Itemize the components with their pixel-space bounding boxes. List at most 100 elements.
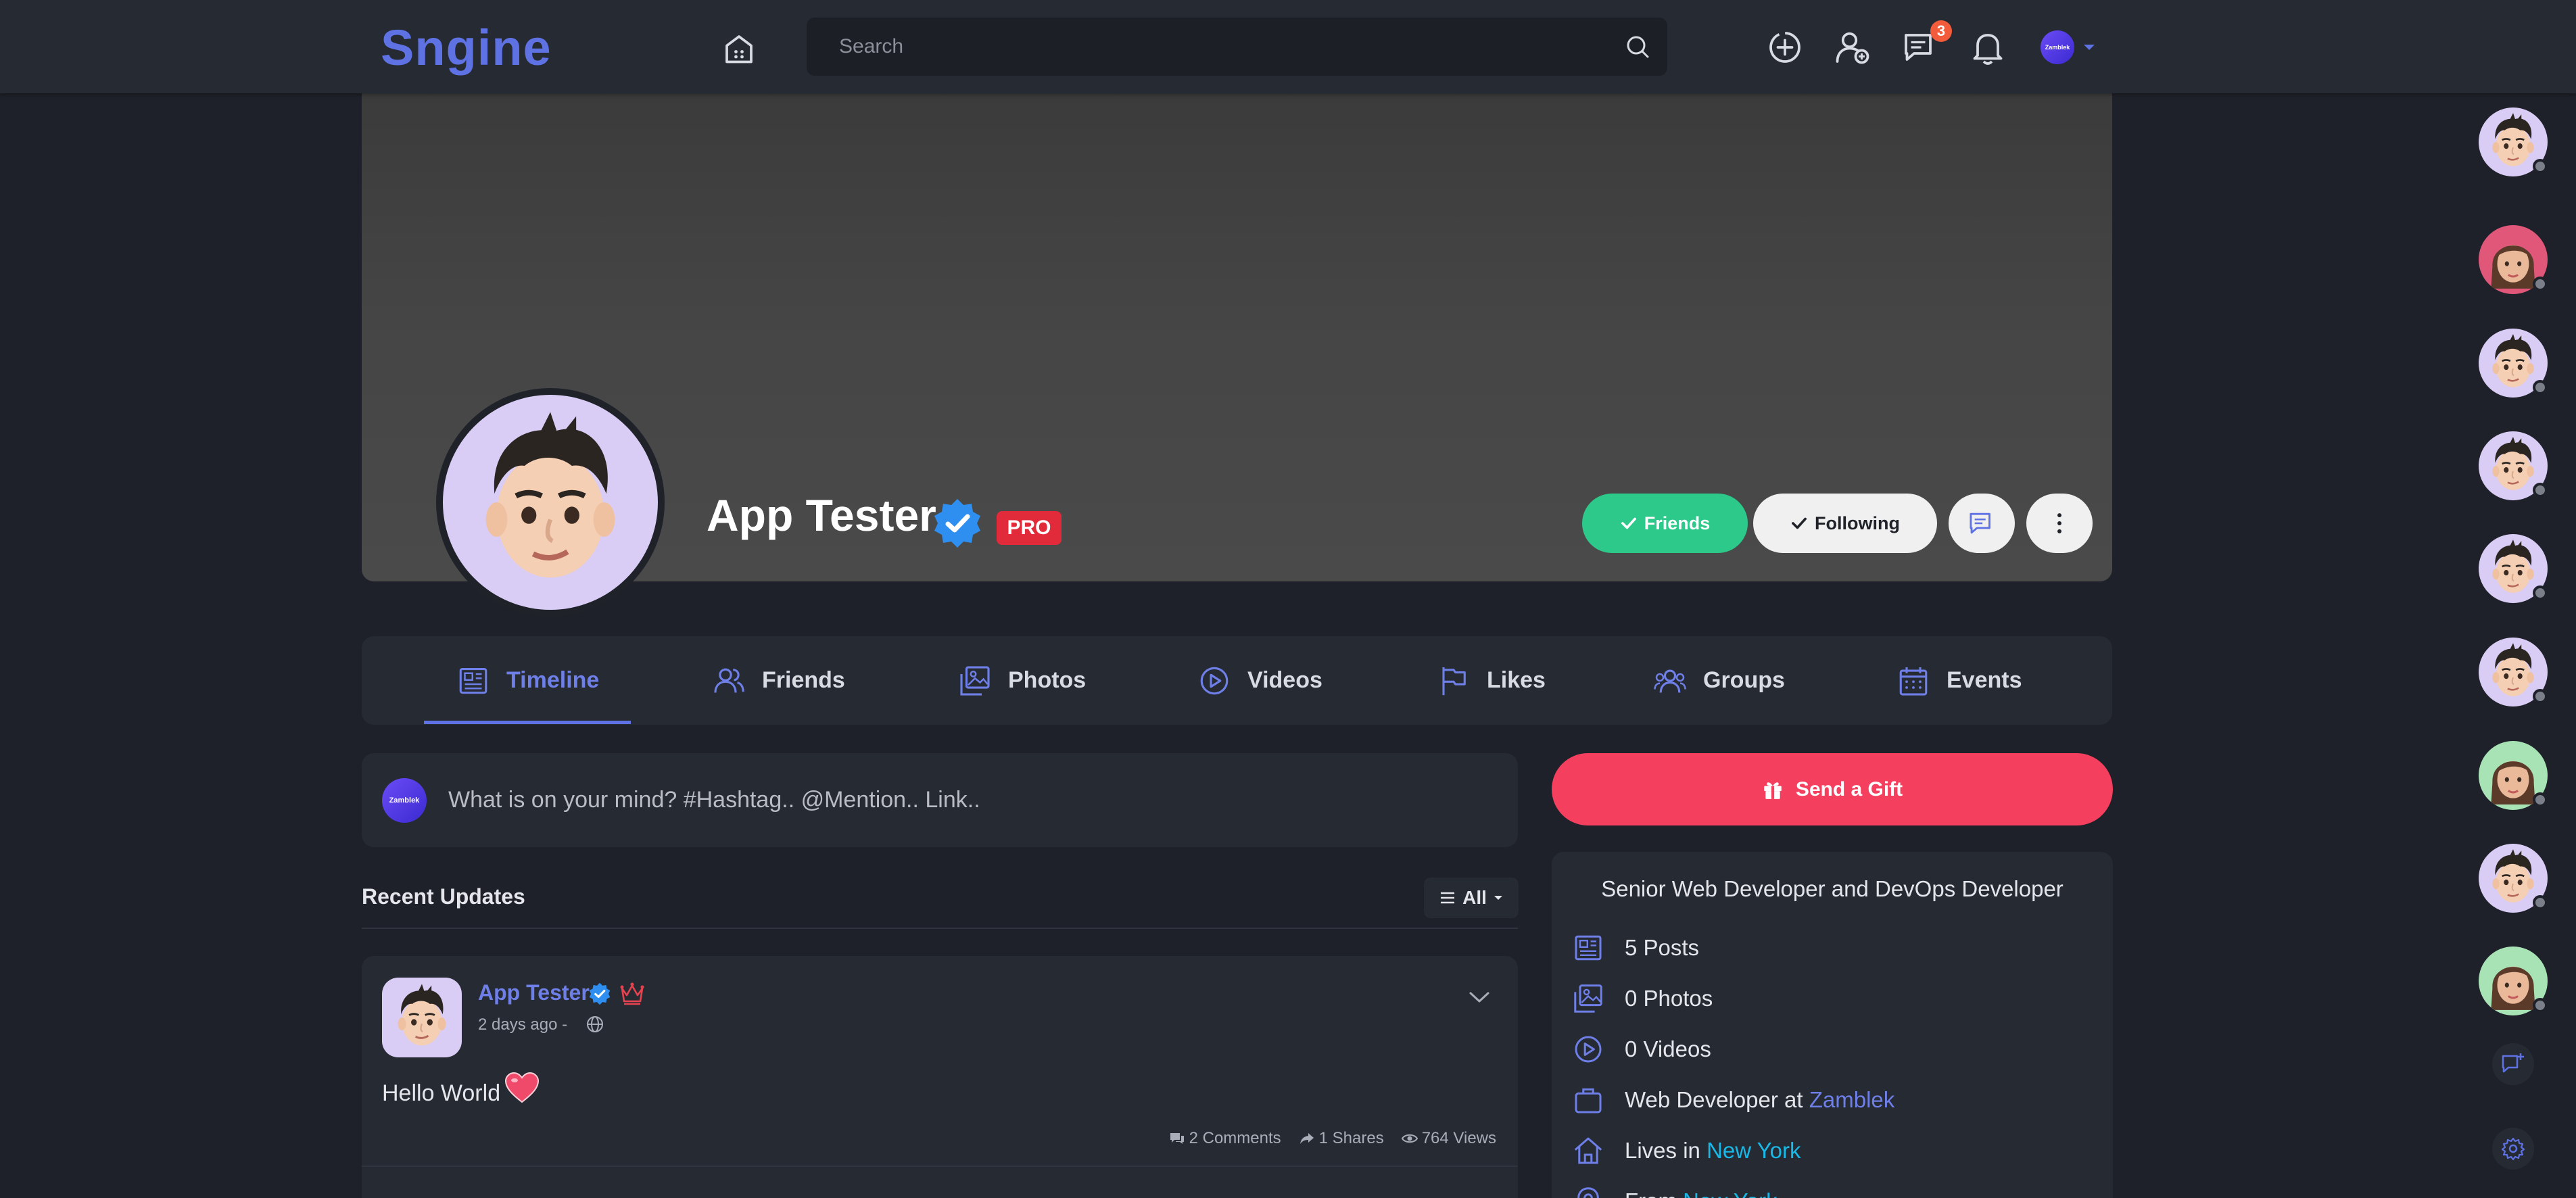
new-chat-button[interactable] xyxy=(2492,1043,2534,1085)
following-button[interactable]: Following xyxy=(1753,494,1937,553)
work-text: Web Developer at Zamblek xyxy=(1625,1087,1894,1113)
home-icon xyxy=(1574,1137,1602,1164)
from-text: From New York xyxy=(1625,1189,1778,1198)
message-button[interactable] xyxy=(1949,494,2015,553)
chat-contact[interactable] xyxy=(2479,844,2548,913)
verified-badge-icon xyxy=(588,982,612,1006)
tab-label: Photos xyxy=(1008,667,1087,693)
search-input[interactable] xyxy=(839,18,1583,76)
share-icon xyxy=(1299,1133,1314,1144)
chat-contact[interactable] xyxy=(2479,329,2548,398)
friends-button-label: Friends xyxy=(1644,512,1711,533)
feed-filter-label: All xyxy=(1462,887,1487,908)
tab-videos[interactable]: Videos xyxy=(1197,636,1322,725)
composer-placeholder[interactable]: What is on your mind? #Hashtag.. @Mentio… xyxy=(448,787,980,813)
check-icon xyxy=(1792,517,1807,529)
tab-friends[interactable]: Friends xyxy=(712,636,845,725)
globe-icon[interactable] xyxy=(585,1014,605,1034)
heart-emoji-icon xyxy=(504,1071,540,1105)
send-gift-label: Send a Gift xyxy=(1795,777,1903,800)
comments-icon xyxy=(1170,1133,1184,1144)
notifications-bell-icon[interactable] xyxy=(1967,27,2008,68)
feed-filter-dropdown[interactable]: All xyxy=(1424,878,1519,918)
work-company-link[interactable]: Zamblek xyxy=(1809,1087,1895,1112)
users-icon xyxy=(714,668,744,693)
chat-contact[interactable] xyxy=(2479,638,2548,706)
from-city-link[interactable]: New York xyxy=(1683,1189,1777,1198)
following-button-label: Following xyxy=(1815,512,1900,533)
posts-count-row: 5 Posts xyxy=(1572,932,1699,964)
friend-requests-icon[interactable] xyxy=(1832,27,1873,68)
eye-icon xyxy=(1401,1134,1418,1143)
post-stats: 2 Comments 1 Shares 764 Views xyxy=(1169,1129,1496,1148)
status-dot xyxy=(2533,585,2548,600)
comments-count[interactable]: 2 Comments xyxy=(1169,1129,1281,1148)
lives-in-row: Lives in New York xyxy=(1572,1134,1800,1167)
chat-contact[interactable] xyxy=(2479,107,2548,176)
search-box xyxy=(807,18,1667,76)
chat-contact[interactable] xyxy=(2479,741,2548,810)
post-composer[interactable]: Zamblek What is on your mind? #Hashtag..… xyxy=(362,753,1518,847)
tab-label: Events xyxy=(1947,667,2022,693)
tab-label: Timeline xyxy=(506,667,600,693)
tab-label: Videos xyxy=(1247,667,1322,693)
post-author-name[interactable]: App Tester xyxy=(478,980,590,1005)
status-dot xyxy=(2533,895,2548,910)
chat-contact[interactable] xyxy=(2479,225,2548,294)
kebab-menu-icon xyxy=(2057,513,2061,533)
videos-count: 0 Videos xyxy=(1625,1036,1711,1061)
chat-settings-button[interactable] xyxy=(2492,1128,2534,1170)
composer-avatar: Zamblek xyxy=(382,778,427,823)
from-prefix: From xyxy=(1625,1189,1677,1198)
feed-title: Recent Updates xyxy=(362,884,525,909)
shares-count[interactable]: 1 Shares xyxy=(1299,1129,1384,1148)
search-icon[interactable] xyxy=(1624,33,1651,60)
status-dot xyxy=(2533,277,2548,291)
post-divider xyxy=(362,1166,1518,1167)
profile-avatar[interactable] xyxy=(436,388,665,617)
newspaper-icon xyxy=(459,667,487,694)
tab-events[interactable]: Events xyxy=(1897,636,2022,725)
video-icon xyxy=(1575,1036,1602,1063)
chevron-down-icon[interactable] xyxy=(2082,43,2096,52)
tab-photos[interactable]: Photos xyxy=(958,636,1086,725)
lives-city-link[interactable]: New York xyxy=(1707,1138,1800,1163)
photos-icon xyxy=(960,665,990,696)
chat-contact[interactable] xyxy=(2479,534,2548,603)
shares-label: 1 Shares xyxy=(1318,1129,1384,1147)
send-gift-button[interactable]: Send a Gift xyxy=(1552,753,2113,825)
post-text: Hello World xyxy=(382,1080,501,1106)
calendar-icon xyxy=(1899,667,1928,696)
tab-label: Friends xyxy=(762,667,845,693)
lives-in-text: Lives in New York xyxy=(1625,1138,1800,1164)
chat-contact[interactable] xyxy=(2479,947,2548,1015)
active-tab-indicator xyxy=(424,721,631,724)
post-author-avatar[interactable] xyxy=(382,978,462,1057)
create-post-icon[interactable] xyxy=(1765,27,1805,68)
home-icon[interactable] xyxy=(719,28,759,69)
user-menu-avatar[interactable]: Zamblek xyxy=(2041,30,2074,64)
post-timestamp[interactable]: 2 days ago - xyxy=(478,1015,567,1034)
tab-likes[interactable]: Likes xyxy=(1437,636,1546,725)
tab-timeline[interactable]: Timeline xyxy=(456,636,599,725)
newspaper-icon xyxy=(1575,935,1602,961)
friends-button[interactable]: Friends xyxy=(1582,494,1748,553)
verified-badge-icon xyxy=(930,496,984,550)
tab-groups[interactable]: Groups xyxy=(1653,636,1785,725)
map-pin-icon xyxy=(1577,1187,1599,1198)
status-dot xyxy=(2533,159,2548,174)
more-options-button[interactable] xyxy=(2026,494,2093,553)
videos-count-row: 0 Videos xyxy=(1572,1033,1711,1065)
profile-name: App Tester xyxy=(707,490,936,540)
post-menu-chevron-icon[interactable] xyxy=(1468,990,1491,1005)
from-row: From New York xyxy=(1572,1185,1778,1198)
crown-icon xyxy=(619,980,646,1006)
status-dot xyxy=(2533,998,2548,1013)
messages-badge: 3 xyxy=(1930,20,1952,42)
photos-count: 0 Photos xyxy=(1625,986,1713,1011)
pro-badge: PRO xyxy=(997,511,1062,545)
posts-count: 5 Posts xyxy=(1625,935,1700,960)
site-logo[interactable]: Sngine xyxy=(381,19,552,76)
post-card: App Tester 2 days ago - Hello World 2 Co… xyxy=(362,956,1518,1198)
chat-contact[interactable] xyxy=(2479,431,2548,500)
